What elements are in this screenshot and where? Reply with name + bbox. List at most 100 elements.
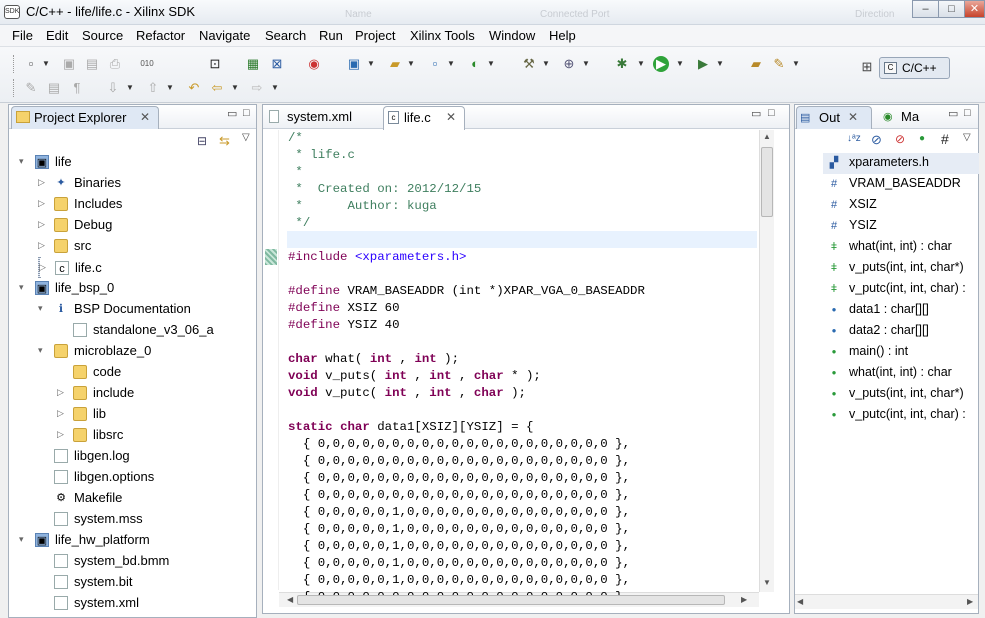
- expanded-arrow-icon[interactable]: ▾: [19, 534, 24, 545]
- xmd-icon[interactable]: ◉: [305, 56, 323, 72]
- menu-window[interactable]: Window: [489, 28, 535, 43]
- build-dropdown-icon[interactable]: ▼: [542, 59, 550, 68]
- collapsed-arrow-icon[interactable]: ▷: [38, 198, 45, 209]
- outline-item[interactable]: # XSIZ: [823, 195, 979, 216]
- hardware-icon[interactable]: ⊠: [268, 56, 286, 72]
- new-icon[interactable]: ▫: [22, 56, 40, 72]
- outline-item[interactable]: ● data2 : char[][]: [823, 321, 979, 342]
- prev-annotation-icon[interactable]: ⇧: [144, 80, 162, 96]
- external-tools-icon[interactable]: ▶: [694, 56, 712, 72]
- outline-horizontal-scrollbar[interactable]: ◀ ▶: [795, 594, 978, 609]
- scroll-left-icon[interactable]: ◀: [797, 597, 803, 606]
- menu-edit[interactable]: Edit: [46, 28, 68, 43]
- close-button[interactable]: ✕: [964, 0, 985, 18]
- group-includes-icon[interactable]: #: [941, 131, 949, 147]
- view-menu-icon[interactable]: ▽: [963, 132, 971, 143]
- outline-item[interactable]: ▞ xparameters.h: [823, 153, 979, 174]
- build-binary-icon[interactable]: 010: [138, 56, 156, 72]
- tab-life-c[interactable]: c life.c ✕: [383, 106, 465, 130]
- code-editor[interactable]: /* * life.c * * Created on: 2012/12/15 *…: [288, 130, 758, 595]
- code-line[interactable]: #include <xparameters.h>: [288, 249, 466, 266]
- external-tools-dropdown-icon[interactable]: ▼: [716, 59, 724, 68]
- expanded-arrow-icon[interactable]: ▾: [19, 156, 24, 167]
- outline-item[interactable]: ǂ what(int, int) : char: [823, 237, 979, 258]
- code-line[interactable]: #define YSIZ 40: [288, 317, 400, 334]
- collapsed-arrow-icon[interactable]: ▷: [38, 240, 45, 251]
- code-line[interactable]: { 0,0,0,0,0,1,0,0,0,0,0,0,0,0,0,0,0,0,0,…: [288, 504, 630, 521]
- include-marker-icon[interactable]: [265, 249, 277, 265]
- collapsed-arrow-icon[interactable]: ▷: [57, 387, 64, 398]
- menu-search[interactable]: Search: [265, 28, 306, 43]
- new-source-dropdown-icon[interactable]: ▼: [447, 59, 455, 68]
- scroll-thumb[interactable]: [761, 147, 773, 217]
- open-perspective-icon[interactable]: ⊞: [858, 59, 876, 75]
- outline-item[interactable]: ● v_puts(int, int, char*): [823, 384, 979, 405]
- target-icon[interactable]: ⊕: [560, 56, 578, 72]
- code-line[interactable]: { 0,0,0,0,0,1,0,0,0,0,0,0,0,0,0,0,0,0,0,…: [288, 572, 630, 589]
- outline-item[interactable]: ● main() : int: [823, 342, 979, 363]
- outline-item[interactable]: # VRAM_BASEADDR: [823, 174, 979, 195]
- code-line[interactable]: { 0,0,0,0,0,0,0,0,0,0,0,0,0,0,0,0,0,0,0,…: [288, 487, 630, 504]
- menu-run[interactable]: Run: [319, 28, 343, 43]
- outline-item[interactable]: ǂ v_putc(int, int, char) :: [823, 279, 979, 300]
- new-project-icon[interactable]: ▣: [345, 56, 363, 72]
- next-annotation-dropdown-icon[interactable]: ▼: [126, 83, 134, 92]
- new-class-dropdown-icon[interactable]: ▼: [487, 59, 495, 68]
- outline-item[interactable]: ǂ v_puts(int, int, char*): [823, 258, 979, 279]
- maximize-icon[interactable]: □: [243, 107, 250, 119]
- close-icon[interactable]: ✕: [446, 110, 456, 124]
- open-console-icon[interactable]: ⊡: [206, 56, 224, 72]
- code-line[interactable]: { 0,0,0,0,0,0,0,0,0,0,0,0,0,0,0,0,0,0,0,…: [288, 589, 623, 595]
- h-scroll-thumb[interactable]: [297, 595, 725, 605]
- menu-refactor[interactable]: Refactor: [136, 28, 185, 43]
- code-line[interactable]: * Created on: 2012/12/15: [288, 181, 481, 198]
- expanded-arrow-icon[interactable]: ▾: [38, 303, 43, 314]
- expanded-arrow-icon[interactable]: ▾: [38, 345, 43, 356]
- menu-xilinx-tools[interactable]: Xilinx Tools: [410, 28, 475, 43]
- code-line[interactable]: * Author: kuga: [288, 198, 436, 215]
- code-line[interactable]: { 0,0,0,0,0,0,0,0,0,0,0,0,0,0,0,0,0,0,0,…: [288, 453, 630, 470]
- code-line[interactable]: #define XSIZ 60: [288, 300, 400, 317]
- editor-vertical-scrollbar[interactable]: ▲ ▼: [759, 130, 774, 592]
- close-icon[interactable]: ✕: [140, 110, 150, 124]
- prev-annotation-dropdown-icon[interactable]: ▼: [166, 83, 174, 92]
- collapsed-arrow-icon[interactable]: ▷: [57, 429, 64, 440]
- tab-make-targets[interactable]: ◉ Ma: [879, 106, 927, 129]
- debug-icon[interactable]: ✱: [613, 56, 631, 72]
- link-with-editor-icon[interactable]: ⇆: [219, 133, 230, 149]
- toggle-edit-icon[interactable]: ✎: [22, 80, 40, 96]
- scroll-up-icon[interactable]: ▲: [763, 132, 771, 141]
- maximize-icon[interactable]: □: [964, 107, 971, 119]
- menu-navigate[interactable]: Navigate: [199, 28, 250, 43]
- debug-dropdown-icon[interactable]: ▼: [637, 59, 645, 68]
- collapsed-arrow-icon[interactable]: ▷: [57, 408, 64, 419]
- close-icon[interactable]: ✕: [848, 110, 858, 124]
- outline-item[interactable]: # YSIZ: [823, 216, 979, 237]
- run-icon[interactable]: ▶: [653, 56, 669, 72]
- run-dropdown-icon[interactable]: ▼: [676, 59, 684, 68]
- outline-item[interactable]: ● what(int, int) : char: [823, 363, 979, 384]
- perspective-cpp-button[interactable]: C C/C++: [879, 57, 950, 79]
- search-dropdown-icon[interactable]: ▼: [792, 59, 800, 68]
- tree-item[interactable]: ▷ c life.c: [38, 257, 102, 278]
- back-icon[interactable]: ⇦: [208, 80, 226, 96]
- hide-static-icon[interactable]: ⊘: [895, 132, 905, 146]
- next-annotation-icon[interactable]: ⇩: [104, 80, 122, 96]
- code-line[interactable]: { 0,0,0,0,0,1,0,0,0,0,0,0,0,0,0,0,0,0,0,…: [288, 555, 630, 572]
- new-folder-dropdown-icon[interactable]: ▼: [407, 59, 415, 68]
- menu-file[interactable]: File: [12, 28, 33, 43]
- new-class-icon[interactable]: ◐: [466, 56, 484, 72]
- scroll-right-icon[interactable]: ▶: [741, 595, 747, 604]
- open-type-icon[interactable]: ▰: [747, 56, 765, 72]
- code-line[interactable]: { 0,0,0,0,0,1,0,0,0,0,0,0,0,0,0,0,0,0,0,…: [288, 521, 630, 538]
- code-line[interactable]: * life.c: [288, 147, 355, 164]
- minimize-button[interactable]: –: [912, 0, 939, 18]
- menu-project[interactable]: Project: [355, 28, 395, 43]
- forward-dropdown-icon[interactable]: ▼: [271, 83, 279, 92]
- collapsed-arrow-icon[interactable]: ▷: [38, 177, 45, 188]
- code-line[interactable]: static char data1[XSIZ][YSIZ] = {: [288, 419, 533, 436]
- outline-item[interactable]: ● data1 : char[][]: [823, 300, 979, 321]
- back-dropdown-icon[interactable]: ▼: [231, 83, 239, 92]
- outline-item[interactable]: ● v_putc(int, int, char) :: [823, 405, 979, 426]
- menu-help[interactable]: Help: [549, 28, 576, 43]
